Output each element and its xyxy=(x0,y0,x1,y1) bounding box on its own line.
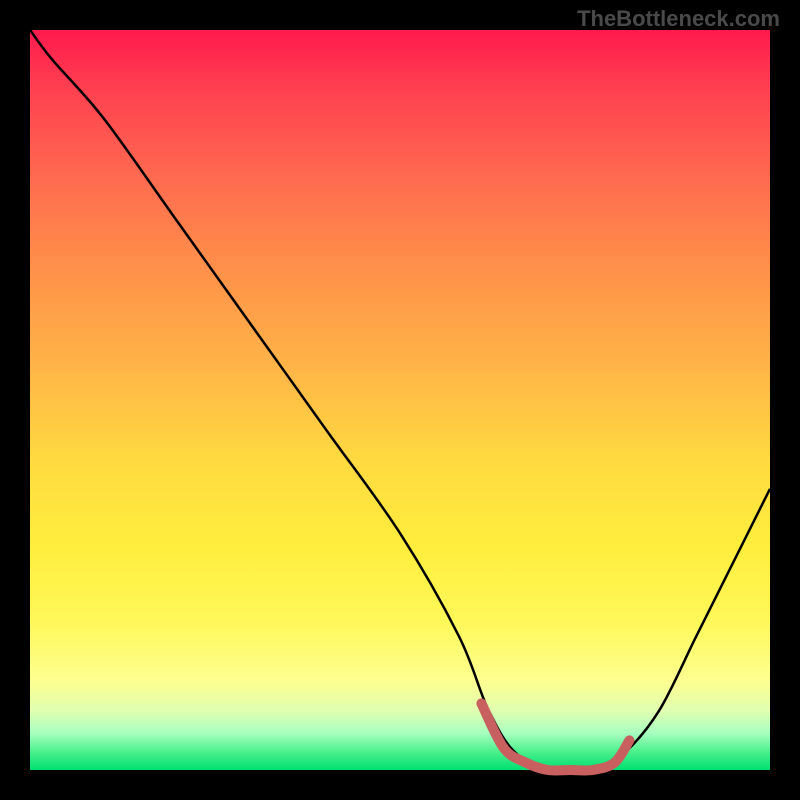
watermark-text: TheBottleneck.com xyxy=(577,6,780,32)
curve-overlay xyxy=(30,30,770,770)
bottleneck-curve xyxy=(30,30,770,772)
chart-container: TheBottleneck.com xyxy=(0,0,800,800)
